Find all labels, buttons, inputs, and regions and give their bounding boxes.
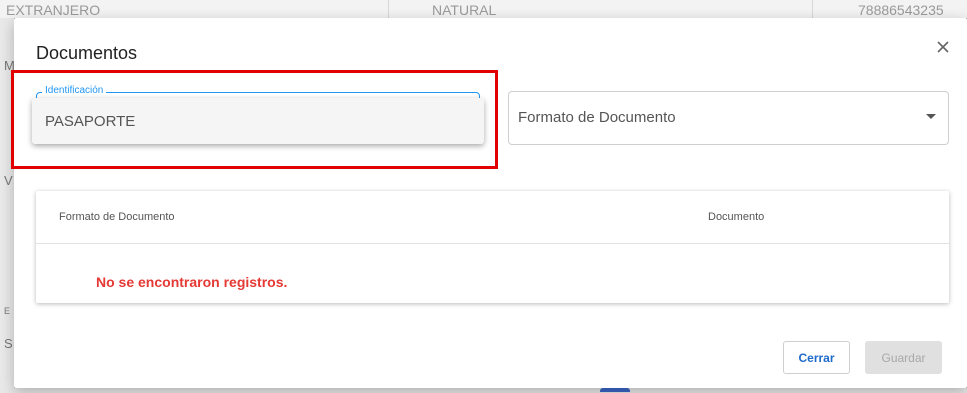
formato-documento-placeholder: Formato de Documento — [518, 109, 676, 126]
background-table-row: EXTRANJERO NATURAL 78886543235 — [0, 0, 967, 18]
dialog-title: Documentos — [36, 43, 138, 63]
identificacion-dropdown-menu: PASAPORTE — [32, 98, 484, 144]
background-fragment: V — [4, 173, 13, 188]
empty-table-message: No se encontraron registros. — [96, 274, 288, 290]
background-cell: 78886543235 — [858, 2, 944, 18]
background-bottom-edge — [0, 388, 967, 393]
column-header-documento[interactable]: Documento — [708, 211, 764, 223]
background-fragment: E — [4, 306, 11, 316]
background-divider — [388, 0, 389, 18]
close-icon — [937, 41, 949, 53]
background-fragment: S — [4, 336, 13, 351]
table-header-divider — [36, 243, 949, 244]
formato-documento-select[interactable]: Formato de Documento — [508, 91, 949, 145]
identificacion-label: Identificación — [42, 85, 107, 96]
documentos-table: Formato de Documento Documento No se enc… — [36, 191, 949, 303]
background-accent-blip — [600, 388, 630, 392]
guardar-button[interactable]: Guardar — [865, 341, 942, 374]
close-button[interactable] — [937, 40, 953, 56]
chevron-down-icon — [926, 114, 936, 119]
background-left-edge: M V E S — [0, 18, 15, 393]
background-cell: EXTRANJERO — [6, 2, 101, 18]
dropdown-option-pasaporte[interactable]: PASAPORTE — [45, 113, 135, 130]
column-header-formato[interactable]: Formato de Documento — [59, 211, 175, 223]
background-divider — [812, 0, 813, 18]
background-cell: NATURAL — [432, 2, 497, 18]
cerrar-button[interactable]: Cerrar — [783, 341, 850, 374]
documentos-dialog: Documentos Identificación PASAPORTE Form… — [11, 18, 967, 388]
